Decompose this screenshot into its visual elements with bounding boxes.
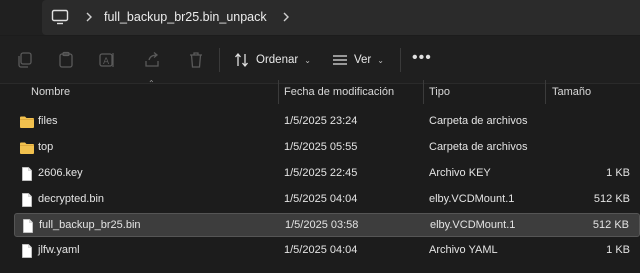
file-type: Archivo KEY (429, 167, 491, 179)
address-bar: full_backup_br25.bin_unpack (0, 0, 640, 35)
file-name: 2606.key (38, 167, 83, 179)
view-label: Ver (354, 54, 372, 66)
file-icon (22, 244, 32, 258)
file-name: decrypted.bin (38, 193, 105, 205)
file-type: Carpeta de archivos (429, 141, 528, 153)
column-header-date[interactable]: Fecha de modificación (284, 86, 394, 98)
file-name: jlfw.yaml (38, 244, 80, 256)
share-icon[interactable] (143, 51, 161, 69)
list-item[interactable]: 2606.key 1/5/2025 22:45 Archivo KEY 1 KB (14, 162, 640, 186)
file-type: Archivo YAML (429, 244, 498, 256)
breadcrumb-current-folder[interactable]: full_backup_br25.bin_unpack (104, 10, 267, 24)
file-type: Carpeta de archivos (429, 115, 528, 127)
rename-icon[interactable]: A (98, 51, 116, 69)
folder-icon (20, 142, 34, 154)
column-divider[interactable] (278, 80, 279, 104)
sort-label: Ordenar (256, 54, 299, 66)
copy-icon[interactable] (16, 51, 34, 69)
list-item[interactable]: top 1/5/2025 05:55 Carpeta de archivos (14, 136, 640, 160)
file-date: 1/5/2025 23:24 (284, 115, 358, 127)
file-date: 1/5/2025 03:58 (285, 219, 359, 231)
more-options-button[interactable]: ••• (412, 50, 432, 66)
list-item[interactable]: jlfw.yaml 1/5/2025 04:04 Archivo YAML 1 … (14, 239, 640, 263)
file-size: 512 KB (592, 219, 629, 231)
file-name: files (38, 115, 58, 127)
chevron-down-icon: ⌄ (304, 55, 311, 65)
list-item[interactable]: files 1/5/2025 23:24 Carpeta de archivos (14, 110, 640, 134)
file-name: full_backup_br25.bin (39, 219, 141, 231)
file-type: elby.VCDMount.1 (429, 193, 515, 205)
chevron-down-icon: ⌄ (377, 55, 384, 65)
sort-button[interactable]: Ordenar ⌄ (234, 48, 311, 72)
file-date: 1/5/2025 22:45 (284, 167, 358, 179)
view-list-icon (333, 55, 347, 65)
chevron-right-icon[interactable] (84, 11, 94, 23)
column-header-name[interactable]: Nombre (31, 86, 70, 98)
file-size: 512 KB (593, 193, 630, 205)
computer-icon[interactable] (51, 9, 69, 25)
svg-text:A: A (103, 57, 110, 67)
toolbar-divider (219, 48, 220, 72)
file-date: 1/5/2025 04:04 (284, 244, 358, 256)
column-divider[interactable] (545, 80, 546, 104)
sort-icon (235, 52, 248, 68)
file-date: 1/5/2025 04:04 (284, 193, 358, 205)
file-size: 1 KB (606, 244, 630, 256)
file-type: elby.VCDMount.1 (430, 219, 516, 231)
file-icon (22, 167, 32, 181)
column-header-size[interactable]: Tamaño (552, 86, 591, 98)
file-name: top (38, 141, 54, 153)
chevron-right-icon[interactable] (281, 11, 291, 23)
list-item[interactable]: decrypted.bin 1/5/2025 04:04 elby.VCDMou… (14, 188, 640, 212)
paste-icon[interactable] (57, 51, 75, 69)
file-icon (22, 193, 32, 207)
column-header-type[interactable]: Tipo (429, 86, 450, 98)
column-header-row: Nombre Fecha de modificación Tipo Tamaño (0, 80, 640, 104)
list-item-selected[interactable]: full_backup_br25.bin 1/5/2025 03:58 elby… (14, 213, 640, 237)
file-icon (23, 219, 33, 233)
file-size: 1 KB (606, 167, 630, 179)
delete-icon[interactable] (187, 51, 205, 69)
column-divider[interactable] (423, 80, 424, 104)
folder-icon (20, 116, 34, 128)
file-date: 1/5/2025 05:55 (284, 141, 358, 153)
command-bar: A Ordenar ⌄ Ver ⌄ ••• (0, 36, 640, 84)
toolbar-divider (400, 48, 401, 72)
view-button[interactable]: Ver ⌄ (332, 48, 384, 72)
